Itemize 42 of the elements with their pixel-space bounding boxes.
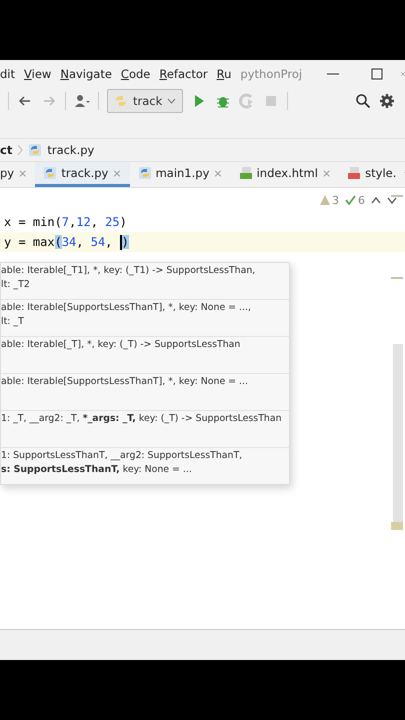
chevron-icon xyxy=(17,144,24,156)
menu-item[interactable]: Navigate xyxy=(60,67,112,81)
editor-tab[interactable]: style. xyxy=(339,162,404,187)
code-line: x = min(7,12, 25) xyxy=(3,214,128,231)
next-icon[interactable] xyxy=(387,196,397,204)
previous-icon[interactable] xyxy=(371,196,381,204)
python-file-icon xyxy=(43,166,58,180)
signature-text: 1: SupportsLessThanT, __arg2: SupportsLessThanT, xyxy=(1,450,244,461)
html-file-icon xyxy=(238,166,253,180)
editor-tab[interactable]: main1.py × xyxy=(130,162,231,187)
python-file-icon xyxy=(138,166,152,180)
signature-text: lt: _T xyxy=(1,316,25,327)
user-icon[interactable] xyxy=(74,93,90,109)
window-title: pythonProj xyxy=(240,67,302,81)
signature-text: able: Iterable[SupportsLessThanT], *, key: None = ..., xyxy=(1,302,252,313)
warnings-count[interactable]: 3 xyxy=(320,194,339,206)
scrollbar[interactable] xyxy=(393,344,403,522)
signature-text: able: Iterable[_T], *, key: (_T) -> SupportsLessThan xyxy=(1,339,242,350)
editor-tab[interactable]: py × xyxy=(0,162,36,187)
menu-item[interactable]: Code xyxy=(120,67,150,81)
signature-text: able: Iterable[_T1], *, key: (_T1) -> SupportsLessThan, xyxy=(1,265,256,276)
signature-text: s: SupportsLessThanT, key: None = ... xyxy=(1,464,193,475)
breadcrumb-item[interactable]: ct xyxy=(0,143,12,157)
signature-text: 1: _T, __arg2: _T, *_args: _T, key: (_T) -> SupportsLessThan xyxy=(1,413,283,424)
menu-item[interactable]: Ru xyxy=(216,67,232,81)
signature-text: able: Iterable[SupportsLessThanT], *, key: None = ... xyxy=(1,376,249,387)
css-file-icon xyxy=(347,166,362,180)
editor-tab[interactable]: track.py × xyxy=(35,162,130,187)
signature-text: lt: _T2 xyxy=(1,279,31,290)
caret-icon xyxy=(167,98,176,104)
text-cursor xyxy=(120,234,122,250)
search-icon[interactable] xyxy=(355,93,371,109)
menu-item[interactable]: Refactor xyxy=(159,67,208,81)
editor-tab[interactable]: index.html × xyxy=(230,162,340,187)
checks-count[interactable]: 6 xyxy=(345,194,365,206)
menu-item[interactable]: View xyxy=(24,67,52,81)
run-configuration-dropdown[interactable]: track xyxy=(107,89,184,113)
breadcrumb-item[interactable]: track.py xyxy=(47,143,94,157)
python-icon xyxy=(114,94,128,108)
settings-icon[interactable] xyxy=(379,93,395,109)
python-file-icon xyxy=(28,143,42,157)
menu-item[interactable]: dit xyxy=(0,67,16,81)
